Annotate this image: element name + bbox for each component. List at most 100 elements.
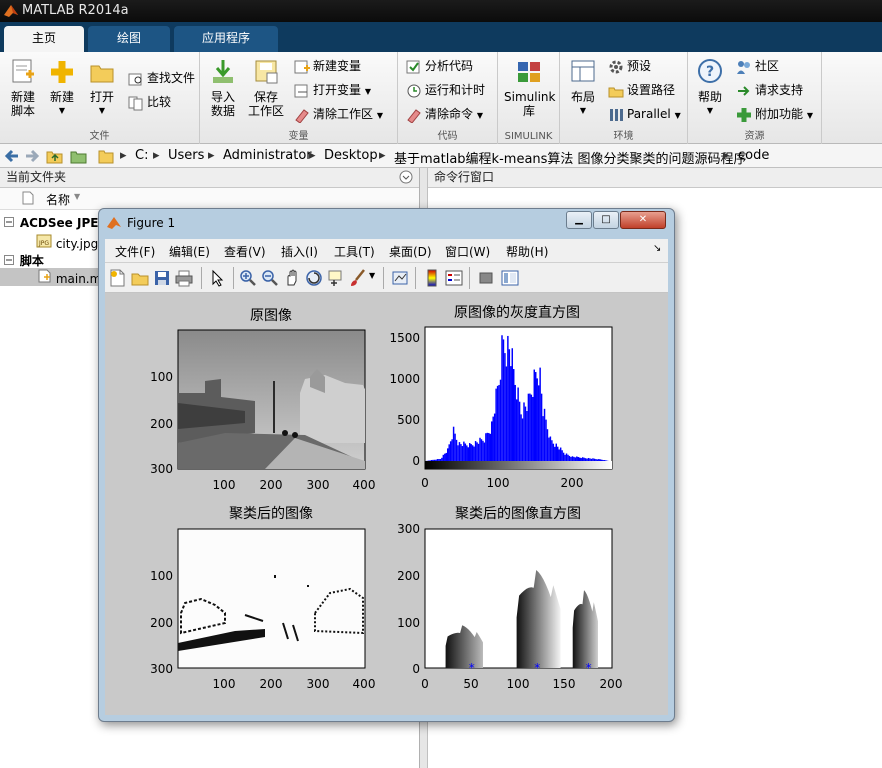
find-files-button[interactable]: 查找文件 (128, 68, 195, 88)
forward-arrow-icon[interactable] (24, 148, 40, 167)
rotate-icon[interactable] (305, 269, 323, 290)
breadcrumb-users[interactable]: Users (168, 148, 204, 163)
folder-icon (98, 148, 114, 167)
colorbar-icon[interactable] (423, 269, 441, 290)
hist1-bar (466, 445, 468, 461)
column-header[interactable]: 名称 ▼ (0, 188, 419, 210)
menu-dock-icon[interactable]: ↘ (653, 243, 661, 254)
run-and-time-button[interactable]: 运行和计时 (406, 80, 485, 100)
x-tick-label: 200 (260, 478, 283, 492)
y-tick-label: 500 (397, 413, 420, 427)
collapse-icon[interactable] (4, 216, 14, 230)
new-figure-icon[interactable] (109, 269, 127, 290)
zoom-out-icon[interactable] (261, 269, 279, 290)
breadcrumb-administrator[interactable]: Administrator (223, 148, 312, 163)
new-variable-button[interactable]: 新建变量 (294, 56, 361, 76)
link-icon[interactable] (391, 269, 409, 290)
print-icon[interactable] (175, 269, 193, 290)
menu-view[interactable]: 查看(V) (224, 243, 266, 260)
help-button[interactable]: ? 帮助 ▼ (694, 58, 726, 118)
new-script-button[interactable]: 新建 脚本 (6, 58, 40, 118)
parallel-dropdown-icon[interactable]: ▼ (675, 111, 681, 120)
clear-commands-button[interactable]: 清除命令 ▼ (406, 104, 483, 124)
brush-dropdown-icon[interactable]: ▼ (369, 271, 375, 280)
figure-titlebar[interactable]: Figure 1 ▁ □ ✕ (99, 209, 674, 237)
menu-edit[interactable]: 编辑(E) (169, 243, 210, 260)
data-cursor-icon[interactable] (327, 269, 345, 290)
compare-button[interactable]: 比较 (128, 92, 171, 112)
parallel-button[interactable]: Parallel ▼ (608, 104, 681, 124)
hist1-bar (593, 458, 596, 461)
menu-window[interactable]: 窗口(W) (445, 243, 490, 260)
menu-desktop[interactable]: 桌面(D) (389, 243, 432, 260)
legend-icon[interactable] (445, 269, 463, 290)
hist1-bar (454, 433, 456, 461)
back-arrow-icon[interactable] (4, 148, 20, 167)
layout-button[interactable]: 布局 ▼ (566, 58, 600, 118)
hist1-bar (448, 444, 450, 461)
addons-dropdown-icon[interactable]: ▼ (807, 111, 813, 120)
zoom-in-icon[interactable] (239, 269, 257, 290)
browse-folder-icon[interactable] (70, 148, 88, 167)
breadcrumb-code[interactable]: code (738, 148, 769, 163)
breadcrumb-drive[interactable]: C: (135, 148, 148, 163)
hide-plot-tools-icon[interactable] (477, 269, 495, 290)
maximize-button[interactable]: □ (593, 211, 619, 229)
tab-home[interactable]: 主页 (4, 26, 84, 52)
hist1-colorbar (425, 461, 612, 469)
close-button[interactable]: ✕ (620, 211, 666, 229)
clear-workspace-button[interactable]: 清除工作区 ▼ (294, 104, 383, 124)
hist1-bar (568, 455, 571, 461)
tree-item-main-m[interactable]: main.m (0, 268, 102, 286)
new-dropdown-icon: ▼ (58, 106, 66, 115)
open-variable-button[interactable]: 打开变量 ▼ (294, 80, 371, 100)
clear-commands-dropdown-icon[interactable]: ▼ (477, 111, 483, 120)
tree-item-city-jpg[interactable]: JPG city.jpg (36, 234, 98, 251)
tree-item-label: main.m (55, 272, 102, 286)
menu-help[interactable]: 帮助(H) (506, 243, 548, 260)
figure-window[interactable]: Figure 1 ▁ □ ✕ 文件(F) 编辑(E) 查看(V) 插入(I) 工… (98, 208, 675, 722)
community-button[interactable]: 社区 (736, 56, 779, 76)
simulink-library-button[interactable]: Simulink 库 (504, 58, 555, 118)
pointer-icon[interactable] (209, 269, 227, 290)
addons-icon (737, 107, 751, 122)
analyze-code-icon (406, 60, 420, 73)
menu-tools[interactable]: 工具(T) (334, 243, 375, 260)
up-folder-icon[interactable] (46, 148, 64, 167)
tree-group-acdsee[interactable]: ACDSee JPEG (4, 216, 108, 230)
request-support-button[interactable]: 请求支持 (736, 80, 803, 100)
analyze-code-button[interactable]: 分析代码 (406, 56, 473, 76)
minimize-button[interactable]: ▁ (566, 211, 592, 229)
pane-options-icon[interactable] (399, 170, 413, 190)
save-workspace-button[interactable]: 保存 工作区 (246, 58, 286, 118)
import-data-button[interactable]: 导入 数据 (206, 58, 240, 118)
menu-insert[interactable]: 插入(I) (281, 243, 318, 260)
clear-workspace-dropdown-icon[interactable]: ▼ (377, 111, 383, 120)
tab-apps[interactable]: 应用程序 (174, 26, 278, 52)
clear-commands-icon (407, 108, 421, 123)
hist2-center-marker: * (534, 661, 540, 675)
preferences-button[interactable]: 预设 (608, 56, 651, 76)
brush-icon[interactable] (349, 269, 367, 290)
save-icon[interactable] (153, 269, 171, 290)
hist1-bar (485, 433, 487, 461)
breadcrumb-project-folder[interactable]: 基于matlab编程k-means算法 图像分类聚类的问题源码程序 (394, 148, 747, 167)
new-button[interactable]: 新建 ▼ (46, 58, 78, 118)
open-variable-dropdown-icon[interactable]: ▼ (365, 87, 371, 96)
addons-button[interactable]: 附加功能 ▼ (736, 104, 813, 124)
collapse-icon[interactable] (4, 254, 14, 268)
breadcrumb-desktop[interactable]: Desktop (324, 148, 378, 163)
set-path-button[interactable]: 设置路径 (608, 80, 675, 100)
show-plot-tools-icon[interactable] (501, 269, 519, 290)
hist1-bar (571, 456, 574, 461)
open-icon[interactable] (131, 269, 149, 290)
tab-plots[interactable]: 绘图 (88, 26, 170, 52)
tree-group-scripts[interactable]: 脚本 (4, 252, 44, 269)
figure-canvas[interactable]: 原图像 100 200 300 100 200 300 400 原图像的灰度直方… (105, 293, 668, 715)
hist1-bar (527, 393, 530, 461)
pan-icon[interactable] (283, 269, 301, 290)
open-button[interactable]: 打开 ▼ (86, 58, 118, 118)
m-file-icon (38, 269, 52, 286)
save-ws-label-1: 保存 (253, 90, 278, 104)
menu-file[interactable]: 文件(F) (115, 243, 155, 260)
